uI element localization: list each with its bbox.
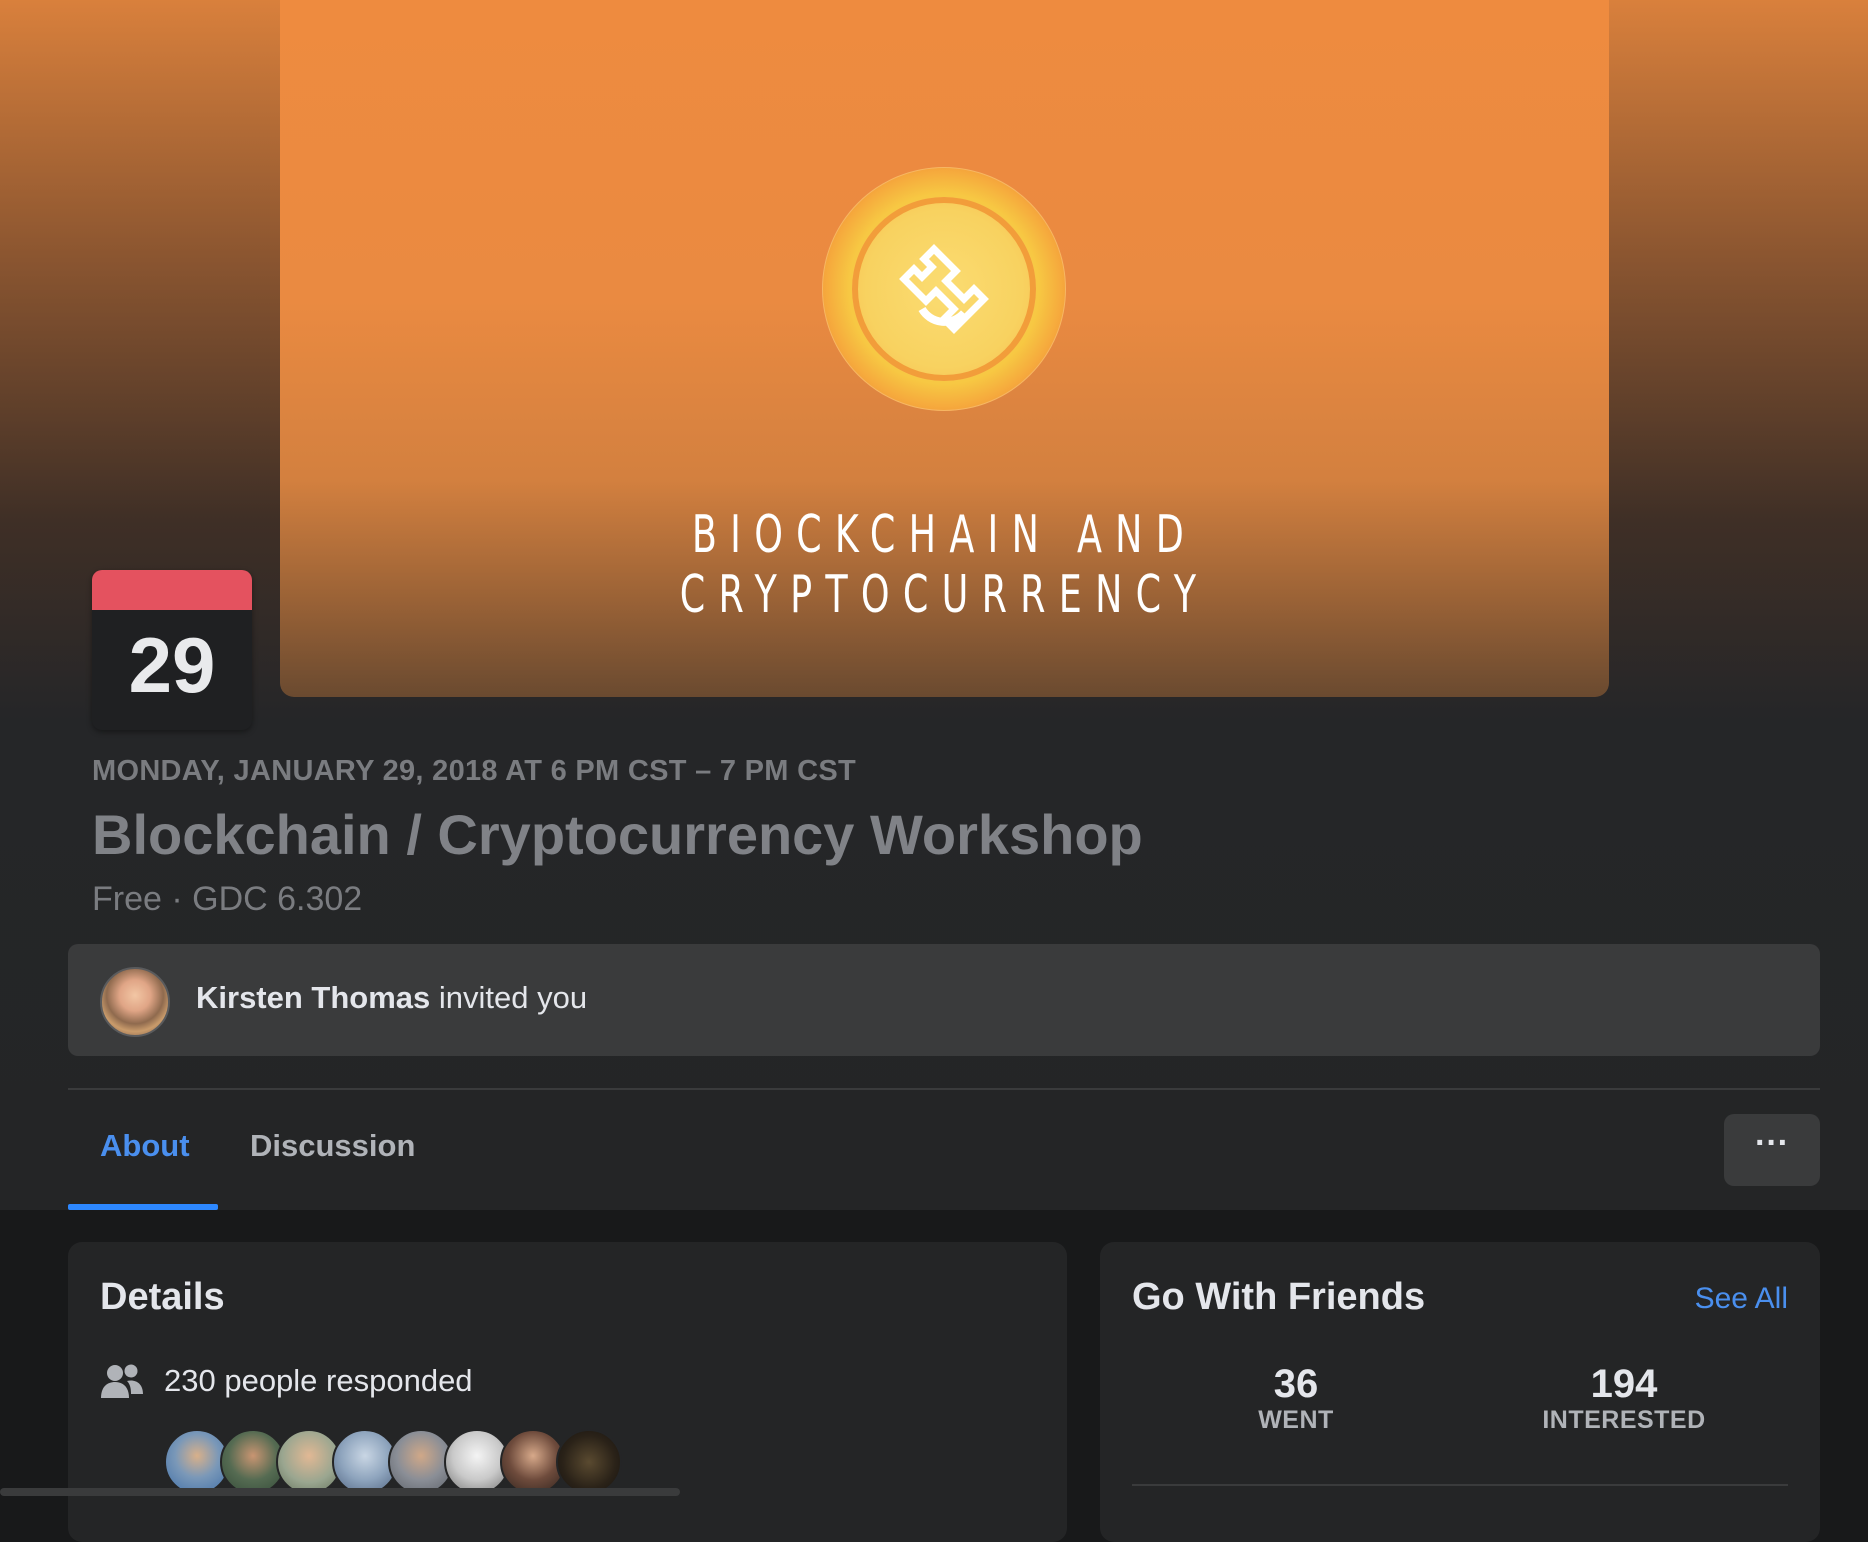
see-all-link[interactable]: See All	[1695, 1282, 1788, 1316]
people-icon	[101, 1364, 143, 1398]
invite-banner[interactable]: Kirsten Thomas invited you	[68, 944, 1820, 1056]
interested-label: INTERESTED	[1542, 1406, 1706, 1434]
event-cover-photo[interactable]: BIOCKCHAIN AND CRYPTOCURRENCY	[280, 0, 1609, 697]
invite-text: Kirsten Thomas invited you	[196, 980, 587, 1016]
went-count: 36	[1273, 1362, 1319, 1406]
calendar-day: 29	[128, 621, 216, 709]
event-title: Blockchain / Cryptocurrency Workshop	[92, 803, 1143, 866]
coin-inner-ring	[852, 197, 1036, 381]
responded-count[interactable]: 230 people responded	[164, 1363, 473, 1399]
cover-title: BIOCKCHAIN AND CRYPTOCURRENCY	[679, 505, 1210, 625]
tab-about[interactable]: About	[100, 1128, 190, 1164]
went-stat[interactable]: 36 WENT	[1176, 1362, 1416, 1435]
interested-count: 194	[1590, 1362, 1658, 1406]
went-label: WENT	[1258, 1406, 1334, 1434]
go-with-friends-card: Go With Friends See All 36 WENT 194 INTE…	[1100, 1242, 1820, 1542]
divider	[68, 1088, 1820, 1090]
invite-suffix: invited you	[430, 980, 588, 1015]
avatar[interactable]	[100, 967, 170, 1037]
crypto-coin-icon	[899, 244, 989, 334]
event-price-location: Free · GDC 6.302	[92, 880, 363, 918]
friends-heading: Go With Friends	[1132, 1276, 1426, 1318]
interested-stat[interactable]: 194 INTERESTED	[1504, 1362, 1744, 1435]
calendar-date-badge: 29	[92, 570, 252, 730]
details-card: Details 230 people responded	[68, 1242, 1067, 1542]
divider	[1132, 1484, 1788, 1486]
horizontal-scrollbar[interactable]	[0, 1488, 680, 1496]
tab-discussion[interactable]: Discussion	[250, 1128, 415, 1164]
calendar-band	[92, 570, 252, 610]
event-date: MONDAY, JANUARY 29, 2018 AT 6 PM CST – 7…	[92, 755, 857, 787]
details-heading: Details	[100, 1276, 225, 1318]
crypto-coin-logo	[822, 167, 1066, 411]
avatar[interactable]	[556, 1429, 622, 1495]
inviter-name[interactable]: Kirsten Thomas	[196, 980, 430, 1015]
more-options-button[interactable]: ···	[1724, 1114, 1820, 1186]
